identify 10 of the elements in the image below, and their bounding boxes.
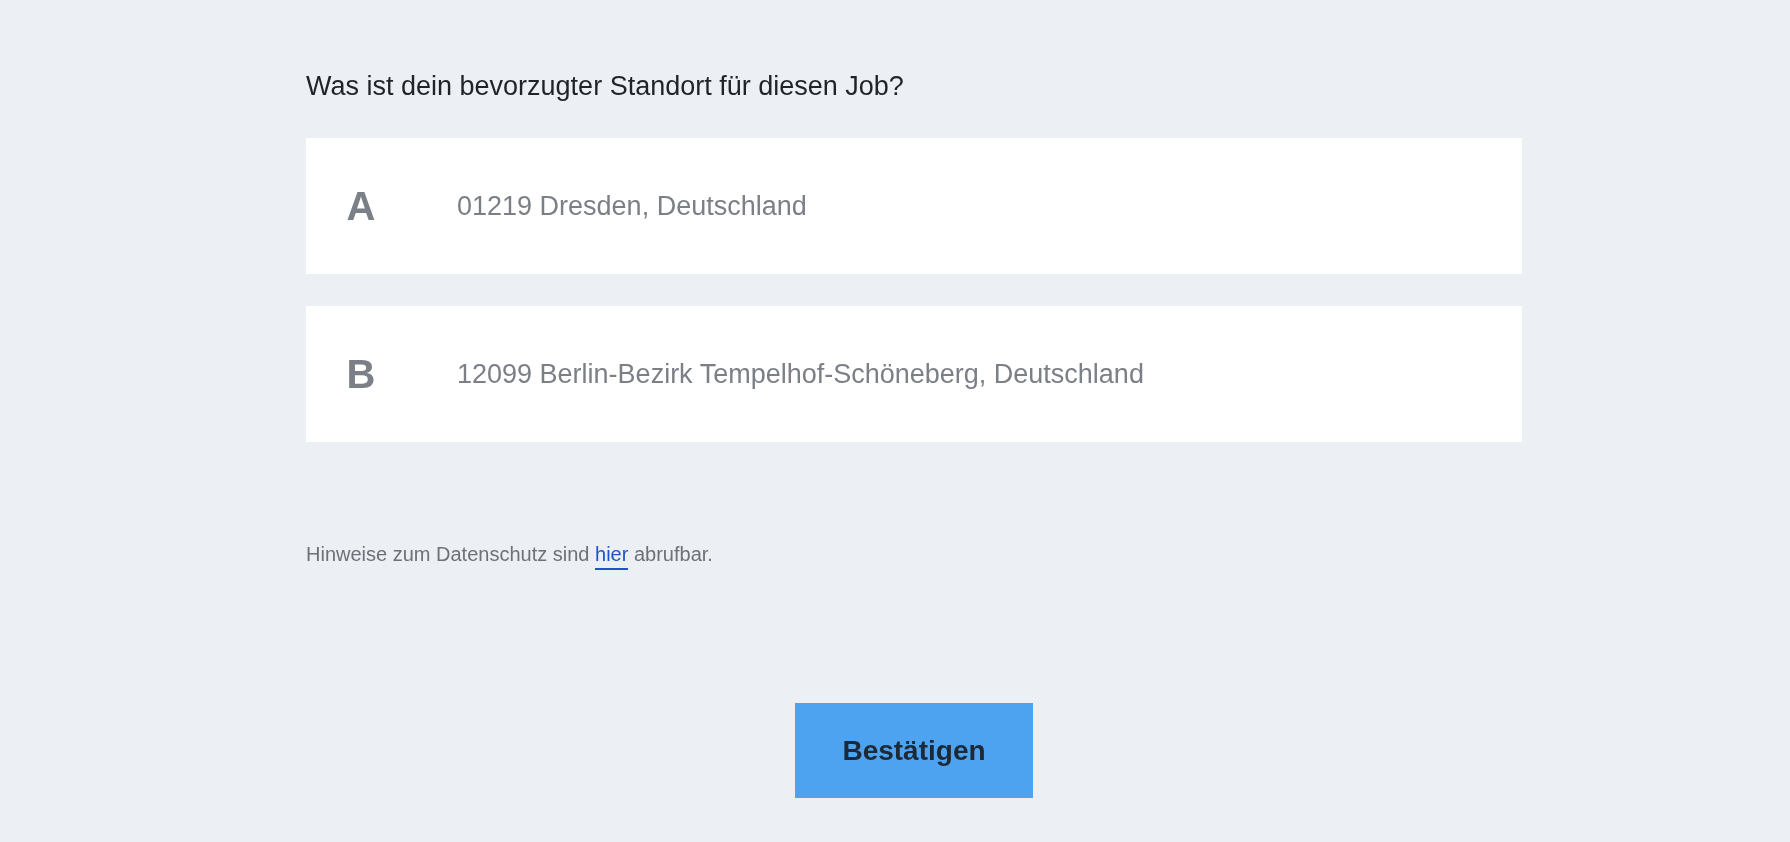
option-letter: B — [345, 351, 377, 397]
option-label: 12099 Berlin-Bezirk Tempelhof-Schöneberg, Deutschland — [457, 358, 1144, 390]
option-letter: A — [345, 183, 377, 229]
confirm-button[interactable]: Bestätigen — [795, 703, 1033, 798]
question-text: Was ist dein bevorzugter Standort für diesen Job? — [306, 70, 905, 103]
privacy-link[interactable]: hier — [595, 543, 629, 570]
option-label: 01219 Dresden, Deutschland — [457, 190, 807, 222]
answer-option[interactable]: A 01219 Dresden, Deutschland — [306, 138, 1522, 274]
answer-option[interactable]: B 12099 Berlin-Bezirk Tempelhof-Schöneberg, Deutschland — [306, 306, 1522, 442]
privacy-notice: Hinweise zum Datenschutz sind hier abrufbar. — [306, 540, 1522, 568]
